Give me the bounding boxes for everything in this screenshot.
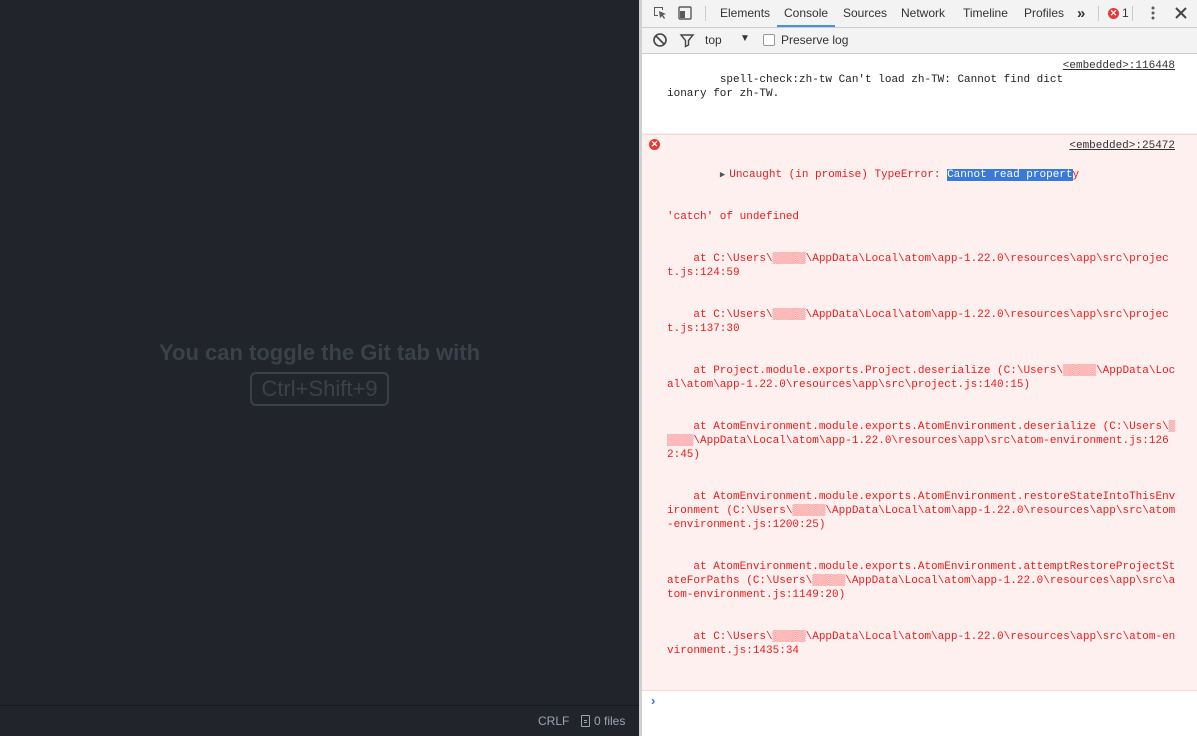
tab-network[interactable]: Network (901, 0, 945, 27)
source-link[interactable]: <embedded>:25472 (1069, 139, 1175, 153)
console-message-error: ✕ ▶ Uncaught (in promise) TypeError: Cann… (642, 134, 1197, 691)
stack-frame[interactable]: at C:\Users\▒▒▒▒▒\AppData\Local\atom\app… (667, 308, 1177, 336)
clear-console-icon[interactable] (652, 32, 668, 48)
console-message-log: spell-check:zh-tw Can't load zh-TW: Cann… (642, 54, 1197, 134)
tab-sources[interactable]: Sources (843, 0, 887, 27)
console-output: spell-check:zh-tw Can't load zh-TW: Cann… (642, 54, 1197, 711)
error-rest: y (1072, 169, 1080, 181)
filter-icon[interactable] (679, 32, 695, 48)
preserve-log-label: Preserve log (781, 33, 849, 47)
screen: You can toggle the Git tab with Ctrl+Shi… (0, 0, 1197, 736)
stack-frame[interactable]: at AtomEnvironment.module.exports.AtomEn… (667, 420, 1177, 462)
atom-editor-pane: You can toggle the Git tab with Ctrl+Shi… (0, 0, 639, 736)
console-toolbar: top ▼ Preserve log (642, 28, 1197, 54)
chevron-down-icon[interactable]: ▼ (740, 33, 750, 44)
inspect-element-icon[interactable] (652, 5, 668, 21)
device-mode-icon[interactable] (677, 5, 693, 21)
line-ending-indicator[interactable]: CRLF (538, 714, 569, 728)
devtools-panel: Elements Console Sources Network Timelin… (642, 0, 1197, 736)
git-tab-hint-text: You can toggle the Git tab with (158, 340, 481, 365)
expand-triangle-icon[interactable]: ▶ (720, 170, 725, 180)
status-bar: CRLF 0 files (0, 705, 639, 736)
toolbar-divider (705, 6, 706, 21)
console-prompt[interactable]: › (642, 691, 1197, 711)
context-selector[interactable]: top (705, 33, 722, 47)
error-icon: ✕ (649, 139, 660, 150)
error-continuation: 'catch' of undefined (667, 211, 800, 223)
stack-frame[interactable]: at C:\Users\▒▒▒▒▒\AppData\Local\atom\app… (667, 252, 1177, 280)
tab-console[interactable]: Console (777, 0, 836, 27)
prompt-caret-icon: › (651, 693, 656, 708)
error-icon: ✕ (1108, 7, 1119, 19)
keyboard-shortcut: Ctrl+Shift+9 (250, 372, 389, 406)
file-icon (581, 715, 590, 727)
error-prefix: Uncaught (in promise) TypeError: (729, 169, 948, 181)
tab-elements[interactable]: Elements (720, 0, 770, 27)
tab-profiles[interactable]: Profiles (1024, 0, 1064, 27)
log-text: spell-check:zh-tw Can't load zh-TW: Cann… (667, 74, 1064, 100)
stack-frame[interactable]: at AtomEnvironment.module.exports.AtomEn… (667, 490, 1177, 532)
git-tab-hint: You can toggle the Git tab with Ctrl+Shi… (0, 338, 639, 406)
more-tabs-button[interactable]: » (1077, 0, 1085, 27)
stack-frame[interactable]: at Project.module.exports.Project.deseri… (667, 364, 1177, 392)
git-files-status[interactable]: 0 files (581, 714, 625, 728)
checkbox-box[interactable] (763, 34, 775, 46)
selected-text: Cannot read propert (947, 169, 1073, 181)
preserve-log-checkbox[interactable]: Preserve log (763, 33, 848, 47)
error-count-value: 1 (1122, 6, 1129, 20)
more-vert-icon[interactable] (1145, 5, 1161, 21)
error-counter[interactable]: ✕ 1 (1108, 6, 1129, 20)
stack-frame[interactable]: at C:\Users\▒▒▒▒▒\AppData\Local\atom\app… (667, 630, 1177, 658)
source-link[interactable]: <embedded>:116448 (1063, 59, 1175, 73)
stack-frame[interactable]: at AtomEnvironment.module.exports.AtomEn… (667, 560, 1177, 602)
files-count: 0 files (594, 714, 626, 728)
tab-timeline[interactable]: Timeline (963, 0, 1008, 27)
toolbar-divider (1098, 6, 1099, 21)
toolbar-divider (1132, 6, 1133, 21)
close-icon[interactable] (1173, 5, 1189, 21)
devtools-tabbar: Elements Console Sources Network Timelin… (642, 0, 1197, 28)
